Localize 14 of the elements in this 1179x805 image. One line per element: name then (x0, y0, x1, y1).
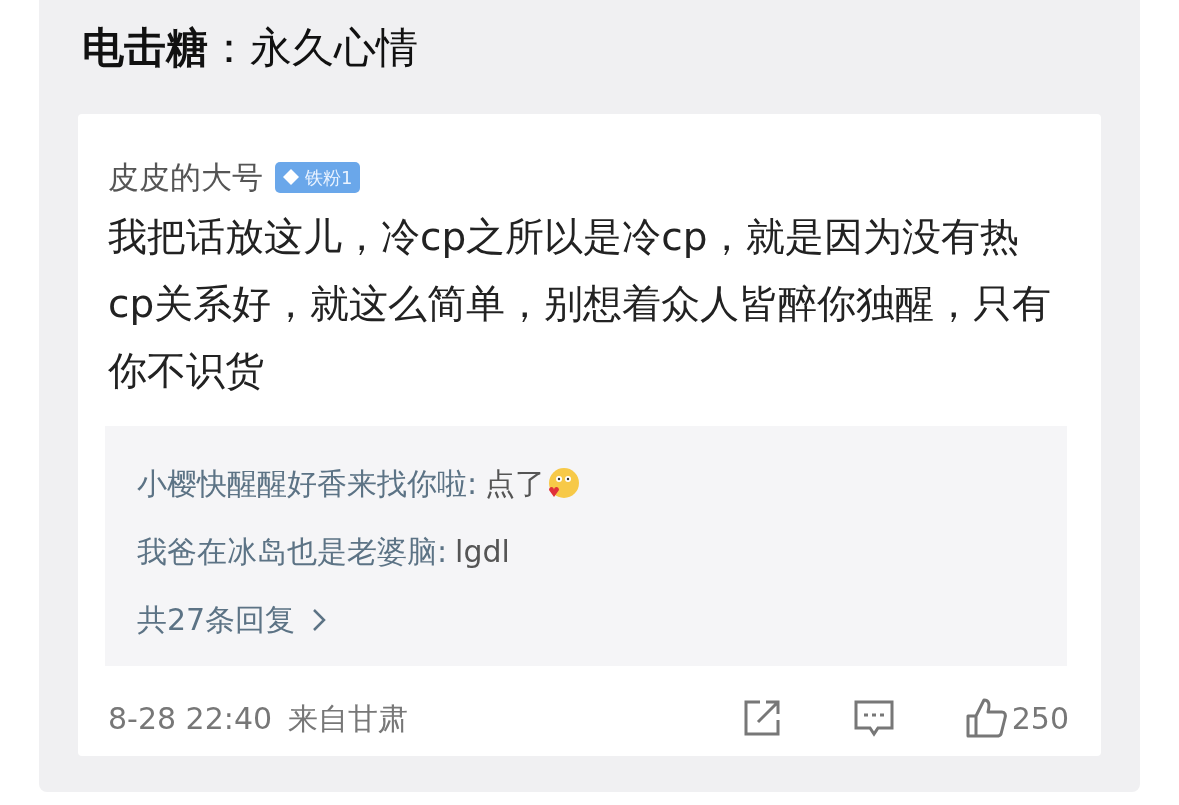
more-replies-link[interactable]: 共27条回复 (137, 585, 296, 654)
reply-text: 点了 (485, 464, 546, 503)
reply-username[interactable]: 我爸在冰岛也是老婆脑: (137, 517, 448, 586)
timestamp: 8-28 22:40 (108, 699, 273, 738)
diamond-icon (281, 167, 301, 188)
location-text: 来自甘肃 (288, 699, 409, 738)
fan-badge: 铁粉1 (275, 161, 361, 193)
like-count: 250 (1011, 699, 1069, 738)
username[interactable]: 皮皮的大号 (108, 154, 263, 201)
chevron-right-icon (311, 606, 328, 633)
comment-text: 我把话放这儿，冷cp之所以是冷cp，就是因为没有热cp关系好，就这么简单，别想着众人皆醉你独醒，只有你不识货 (108, 212, 1053, 395)
reply-username[interactable]: 小樱快醒醒好香来找你啦: (137, 449, 478, 518)
reply-text: lgdl (455, 532, 510, 571)
post-title: 电击糖：永久心情 (82, 22, 419, 74)
